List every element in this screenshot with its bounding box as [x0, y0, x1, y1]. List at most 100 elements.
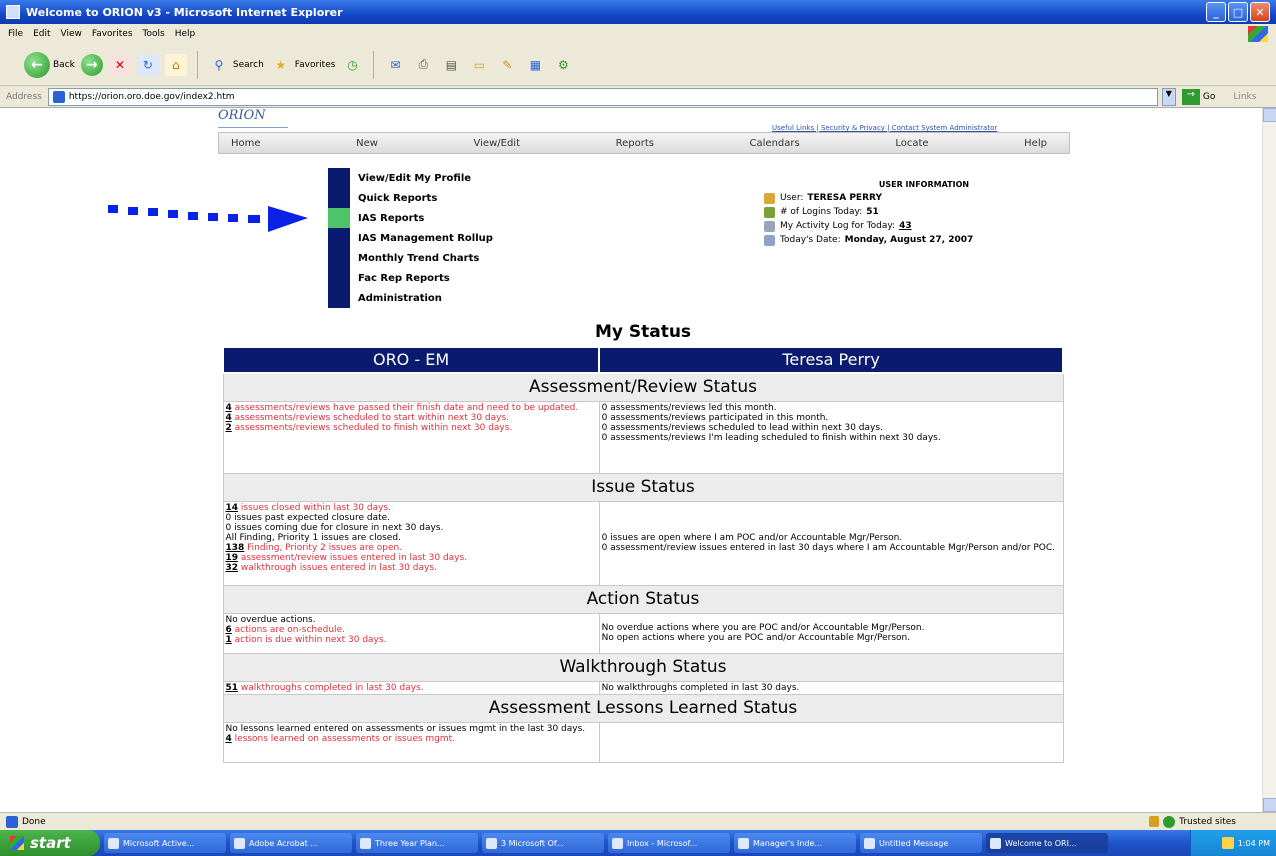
issue-right-cell: 0 issues are open where I am POC and/or …: [598, 500, 1064, 586]
app-icon: [360, 837, 371, 849]
taskbar-item-active[interactable]: Welcome to ORI...: [986, 833, 1108, 853]
quick-menu: View/Edit My Profile Quick Reports IAS R…: [328, 168, 493, 308]
back-button[interactable]: ← Back: [24, 51, 75, 78]
menu-ias-reports[interactable]: IAS Reports: [328, 208, 493, 228]
menu-file[interactable]: File: [8, 29, 23, 39]
nav-locate[interactable]: Locate: [895, 138, 928, 149]
scroll-down-icon[interactable]: [1263, 798, 1276, 812]
toolbar-separator: [196, 50, 198, 79]
menu-fac-rep-reports[interactable]: Fac Rep Reports: [328, 268, 493, 288]
status-link[interactable]: action is due within next 30 days.: [232, 635, 387, 645]
tools-icon[interactable]: ⚙: [552, 54, 574, 76]
home-icon[interactable]: ⌂: [164, 53, 187, 76]
menu-ias-management-rollup[interactable]: IAS Management Rollup: [328, 228, 493, 248]
menu-administration[interactable]: Administration: [328, 288, 493, 308]
menu-tools[interactable]: Tools: [143, 29, 165, 39]
issue-section-title: Issue Status: [222, 472, 1064, 502]
taskbar-item[interactable]: Three Year Plan...: [356, 833, 478, 853]
nav-new[interactable]: New: [356, 138, 378, 149]
status-line: 4 lessons learned on assessments or issu…: [226, 734, 597, 744]
nav-view-edit[interactable]: View/Edit: [474, 138, 520, 149]
nav-home[interactable]: Home: [231, 138, 261, 149]
walkthrough-right-cell: No walkthroughs completed in last 30 day…: [598, 680, 1064, 695]
maximize-button[interactable]: □: [1228, 2, 1248, 22]
orion-logo[interactable]: ORION: [218, 108, 288, 128]
taskbar-item[interactable]: Untitled Message: [860, 833, 982, 853]
status-link[interactable]: assessments/reviews scheduled to start w…: [232, 413, 509, 423]
menu-monthly-trend-charts[interactable]: Monthly Trend Charts: [328, 248, 493, 268]
assessment-section-title: Assessment/Review Status: [222, 372, 1064, 402]
start-button[interactable]: start: [0, 830, 100, 856]
taskbar: start Microsoft Active... Adobe Acrobat …: [0, 830, 1276, 856]
folder-icon[interactable]: ▭: [468, 54, 490, 76]
person-header: Teresa Perry: [598, 346, 1064, 374]
lessons-right-cell: [598, 721, 1064, 763]
status-link[interactable]: walkthroughs completed in last 30 days.: [238, 683, 424, 693]
back-arrow-icon: ←: [24, 51, 50, 78]
taskbar-item[interactable]: Manager's Inde...: [734, 833, 856, 853]
favorites-button[interactable]: ★ Favorites: [270, 54, 336, 76]
print-icon[interactable]: ⎙: [412, 54, 434, 76]
user-info-title: USER INFORMATION: [878, 180, 970, 189]
menu-bar: File Edit View Favorites Tools Help: [0, 24, 1276, 44]
forward-button[interactable]: →: [80, 53, 103, 76]
search-button[interactable]: ⚲ Search: [208, 54, 263, 76]
links-button[interactable]: Links: [1233, 92, 1256, 102]
status-link[interactable]: assessments/reviews scheduled to finish …: [232, 423, 513, 433]
menu-favorites[interactable]: Favorites: [92, 29, 133, 39]
nav-calendars[interactable]: Calendars: [750, 138, 800, 149]
status-link[interactable]: issues closed within last 30 days.: [238, 503, 391, 513]
menu-quick-reports[interactable]: Quick Reports: [328, 188, 493, 208]
count-link[interactable]: 19: [226, 553, 239, 563]
activity-link[interactable]: 43: [899, 221, 912, 231]
favorites-label: Favorites: [294, 59, 336, 70]
status-line: 4 assessments/reviews have passed their …: [226, 403, 597, 413]
go-button[interactable]: → Go: [1181, 88, 1215, 105]
menu-view[interactable]: View: [61, 29, 82, 39]
edit-icon[interactable]: ▤: [440, 54, 462, 76]
status-link[interactable]: assessment/review issues entered in last…: [238, 553, 467, 563]
minimize-button[interactable]: _: [1206, 2, 1226, 22]
status-link[interactable]: actions are on-schedule.: [232, 625, 345, 635]
mail-icon[interactable]: ✉: [384, 54, 406, 76]
messenger-icon[interactable]: ▦: [524, 54, 546, 76]
status-link[interactable]: lessons learned on assessments or issues…: [232, 734, 455, 744]
count-link[interactable]: 32: [226, 563, 239, 573]
user-information: USER INFORMATION User: TERESA PERRY # of…: [764, 180, 1054, 247]
scroll-up-icon[interactable]: [1263, 108, 1276, 122]
refresh-icon[interactable]: ↻: [136, 53, 159, 76]
stop-icon[interactable]: ✕: [108, 53, 131, 76]
taskbar-item[interactable]: Microsoft Active...: [104, 833, 226, 853]
taskbar-item[interactable]: 3 Microsoft Of...: [482, 833, 604, 853]
count-link[interactable]: 51: [226, 683, 239, 693]
close-button[interactable]: ✕: [1250, 2, 1270, 22]
clock[interactable]: 1:04 PM: [1238, 839, 1270, 848]
top-links[interactable]: Useful Links | Security & Privacy | Cont…: [772, 124, 997, 132]
count-link[interactable]: 138: [226, 543, 245, 553]
menu-view-edit-profile[interactable]: View/Edit My Profile: [328, 168, 493, 188]
taskbar-item[interactable]: Adobe Acrobat ...: [230, 833, 352, 853]
menu-help[interactable]: Help: [175, 29, 196, 39]
status-link[interactable]: walkthrough issues entered in last 30 da…: [238, 563, 437, 573]
app-icon: [486, 837, 497, 849]
address-dropdown-icon[interactable]: ▼: [1161, 87, 1176, 106]
nav-help[interactable]: Help: [1024, 138, 1047, 149]
history-icon[interactable]: ◷: [341, 54, 363, 76]
count-link[interactable]: 14: [226, 503, 239, 513]
address-input[interactable]: https://orion.oro.doe.gov/index2.htm: [47, 87, 1158, 106]
tray-icon[interactable]: [1221, 837, 1234, 849]
action-right-cell: No overdue actions where you are POC and…: [598, 612, 1064, 654]
window-title-bar[interactable]: Welcome to ORION v3 - Microsoft Internet…: [0, 0, 1276, 24]
status-link[interactable]: Finding, Priority 2 issues are open.: [244, 543, 402, 553]
status-line: No overdue actions where you are POC and…: [601, 623, 925, 633]
menu-edit[interactable]: Edit: [33, 29, 50, 39]
status-link[interactable]: assessments/reviews have passed their fi…: [232, 403, 579, 413]
vertical-scrollbar[interactable]: [1262, 108, 1276, 812]
walkthrough-section-title: Walkthrough Status: [222, 652, 1064, 682]
menu-square-icon: [328, 288, 350, 308]
taskbar-item[interactable]: Inbox - Microsof...: [608, 833, 730, 853]
task-label: 3 Microsoft Of...: [501, 838, 564, 848]
activity-label: My Activity Log for Today:: [780, 221, 896, 231]
research-icon[interactable]: ✎: [496, 54, 518, 76]
nav-reports[interactable]: Reports: [616, 138, 654, 149]
